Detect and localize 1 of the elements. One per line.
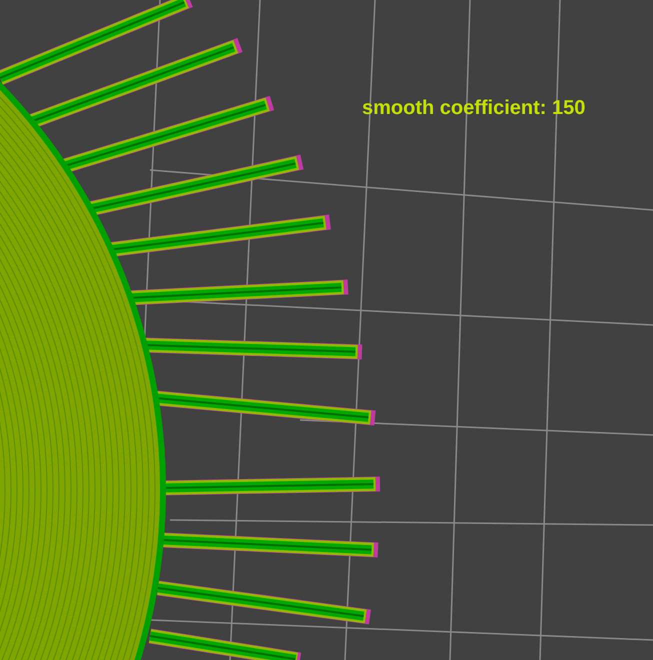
smooth-coefficient-label: smooth coefficient: 150	[362, 97, 586, 120]
